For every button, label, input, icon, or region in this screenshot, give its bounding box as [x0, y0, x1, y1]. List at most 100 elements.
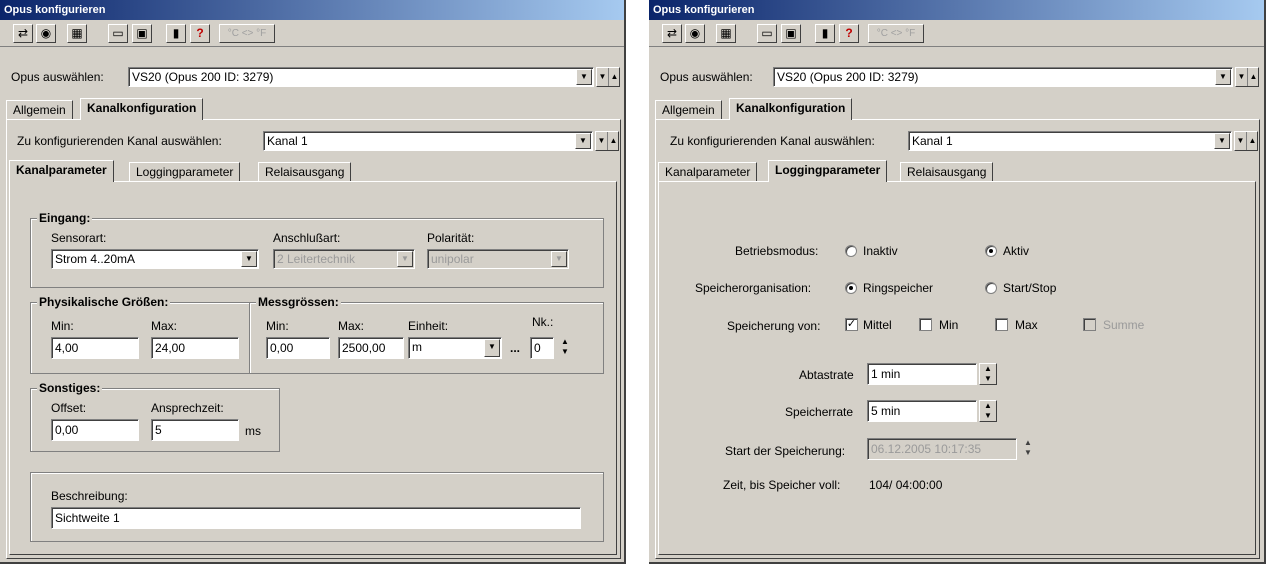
tab-kanalparameter[interactable]: Kanalparameter [9, 160, 114, 182]
opus-select[interactable]: VS20 (Opus 200 ID: 3279) ▼ [128, 67, 594, 87]
physik-max-input[interactable]: 24,00 [151, 337, 239, 359]
checkbox-summe[interactable] [1083, 318, 1096, 331]
anschlussart-label: Anschlußart: [273, 231, 341, 245]
channel-select[interactable]: Kanal 1 ▼ [908, 131, 1232, 151]
speicherung-label: Speicherung von: [727, 319, 821, 333]
calculator-icon[interactable]: ▦ [716, 24, 736, 43]
anschlussart-select[interactable]: 2 Leitertechnik ▼ [273, 249, 415, 269]
temp-toggle-button[interactable]: °C <> °F [868, 24, 924, 43]
mess-min-label: Min: [266, 319, 289, 333]
radio-ringspeicher[interactable] [845, 282, 857, 294]
read-config-icon[interactable]: ◉ [685, 24, 705, 43]
messgroessen-group: Messgrössen: Min: 0,00 Max: 2500,00 Einh… [249, 295, 604, 374]
opus-select-value: VS20 (Opus 200 ID: 3279) [132, 70, 274, 84]
einheit-more-button[interactable]: ... [510, 341, 520, 355]
opus-select-label: Opus auswählen: [11, 70, 104, 84]
beschreibung-label: Beschreibung: [51, 489, 128, 503]
folder-save-icon[interactable]: ▣ [781, 24, 801, 43]
opus-select[interactable]: VS20 (Opus 200 ID: 3279) ▼ [773, 67, 1233, 87]
tab-relaisausgang[interactable]: Relaisausgang [900, 162, 994, 181]
sensorart-value: Strom 4..20mA [55, 252, 136, 266]
polaritaet-value: unipolar [431, 252, 474, 266]
chevron-down-icon[interactable]: ▼ [241, 251, 257, 267]
einheit-select[interactable]: m ▼ [408, 337, 502, 359]
tab-allgemein[interactable]: Allgemein [655, 100, 722, 119]
tab-loggingparameter[interactable]: Loggingparameter [129, 162, 241, 181]
tab-kanalkonfiguration[interactable]: Kanalkonfiguration [729, 98, 853, 120]
channel-select[interactable]: Kanal 1 ▼ [263, 131, 593, 151]
polaritaet-select[interactable]: unipolar ▼ [427, 249, 569, 269]
tab-kanalkonfiguration[interactable]: Kanalkonfiguration [80, 98, 204, 120]
folder-open-icon[interactable]: ▭ [108, 24, 128, 43]
speicherrate-input[interactable]: 5 min [867, 400, 977, 422]
start-input[interactable]: 06.12.2005 10:17:35 [867, 438, 1017, 460]
channel-select-value: Kanal 1 [912, 134, 953, 148]
exit-icon[interactable]: ▮ [815, 24, 835, 43]
speicherrate-label: Speicherrate [785, 405, 854, 419]
channel-spin-button[interactable]: ▼ ▲ [595, 131, 619, 151]
speicherrate-spinner[interactable]: ▲ ▼ [979, 400, 997, 422]
opus-spin-button[interactable]: ▼ ▲ [1235, 67, 1259, 87]
config-window-right: Opus konfigurieren ⇄ ◉ ▦ ▭ ▣ ▮ ? °C <> °… [649, 0, 1266, 564]
folder-open-icon[interactable]: ▭ [757, 24, 777, 43]
chevron-down-icon[interactable]: ▼ [397, 251, 413, 267]
temp-toggle-button[interactable]: °C <> °F [219, 24, 275, 43]
anschlussart-value: 2 Leitertechnik [277, 252, 356, 266]
ansprechzeit-input[interactable]: 5 [151, 419, 239, 441]
checkbox-max[interactable] [995, 318, 1008, 331]
chevron-down-icon[interactable]: ▼ [575, 133, 591, 149]
physik-min-input[interactable]: 4,00 [51, 337, 139, 359]
mess-min-input[interactable]: 0,00 [266, 337, 330, 359]
tab-kanalparameter[interactable]: Kanalparameter [658, 162, 758, 181]
abtastrate-input[interactable]: 1 min [867, 363, 977, 385]
abtastrate-spinner[interactable]: ▲ ▼ [979, 363, 997, 385]
tab-relaisausgang[interactable]: Relaisausgang [258, 162, 352, 181]
window-title: Opus konfigurieren [0, 0, 624, 20]
mittel-label: Mittel [863, 318, 892, 332]
transfer-icon[interactable]: ⇄ [13, 24, 33, 43]
channel-spin-button[interactable]: ▼ ▲ [1234, 131, 1258, 151]
mess-max-label: Max: [338, 319, 365, 333]
nk-spinner[interactable]: ▲ ▼ [556, 337, 574, 359]
radio-inaktiv[interactable] [845, 245, 857, 257]
eingang-title: Eingang: [37, 211, 93, 225]
abtastrate-label: Abtastrate [799, 368, 854, 382]
ansprechzeit-unit: ms [245, 424, 261, 438]
chevron-down-icon[interactable]: ▼ [1215, 69, 1231, 85]
mess-max-input[interactable]: 2500,00 [338, 337, 404, 359]
start-label: Start der Speicherung: [725, 444, 846, 458]
chevron-down-icon[interactable]: ▼ [551, 251, 567, 267]
folder-save-icon[interactable]: ▣ [132, 24, 152, 43]
einheit-label: Einheit: [408, 319, 449, 333]
help-icon[interactable]: ? [839, 24, 859, 43]
ringspeicher-label: Ringspeicher [863, 281, 934, 295]
checkbox-mittel[interactable]: ✓ [845, 318, 858, 331]
tab-allgemein[interactable]: Allgemein [6, 100, 73, 119]
calculator-icon[interactable]: ▦ [67, 24, 87, 43]
read-config-icon[interactable]: ◉ [36, 24, 56, 43]
betriebsmodus-label: Betriebsmodus: [735, 244, 819, 258]
transfer-icon[interactable]: ⇄ [662, 24, 682, 43]
radio-start-stop[interactable] [985, 282, 997, 294]
tab-loggingparameter[interactable]: Loggingparameter [768, 160, 888, 182]
top-tabs: Allgemein Kanalkonfiguration [655, 98, 1260, 120]
nk-input[interactable]: 0 [530, 337, 554, 359]
summe-label: Summe [1103, 318, 1145, 332]
offset-input[interactable]: 0,00 [51, 419, 139, 441]
sensorart-select[interactable]: Strom 4..20mA ▼ [51, 249, 259, 269]
start-spinner[interactable]: ▲ ▼ [1019, 438, 1037, 460]
nk-label: Nk.: [532, 315, 554, 329]
help-icon[interactable]: ? [190, 24, 210, 43]
physik-title: Physikalische Größen: [37, 295, 171, 309]
checkbox-min[interactable] [919, 318, 932, 331]
radio-aktiv[interactable] [985, 245, 997, 257]
chevron-down-icon[interactable]: ▼ [1214, 133, 1230, 149]
sub-tabs: Kanalparameter Loggingparameter Relaisau… [9, 160, 617, 182]
chevron-down-icon[interactable]: ▼ [484, 339, 500, 357]
max-label: Max [1015, 318, 1038, 332]
opus-spin-button[interactable]: ▼ ▲ [596, 67, 620, 87]
exit-icon[interactable]: ▮ [166, 24, 186, 43]
beschreibung-input[interactable]: Sichtweite 1 [51, 507, 581, 529]
chevron-down-icon[interactable]: ▼ [576, 69, 592, 85]
zeit-value: 104/ 04:00:00 [869, 478, 943, 492]
